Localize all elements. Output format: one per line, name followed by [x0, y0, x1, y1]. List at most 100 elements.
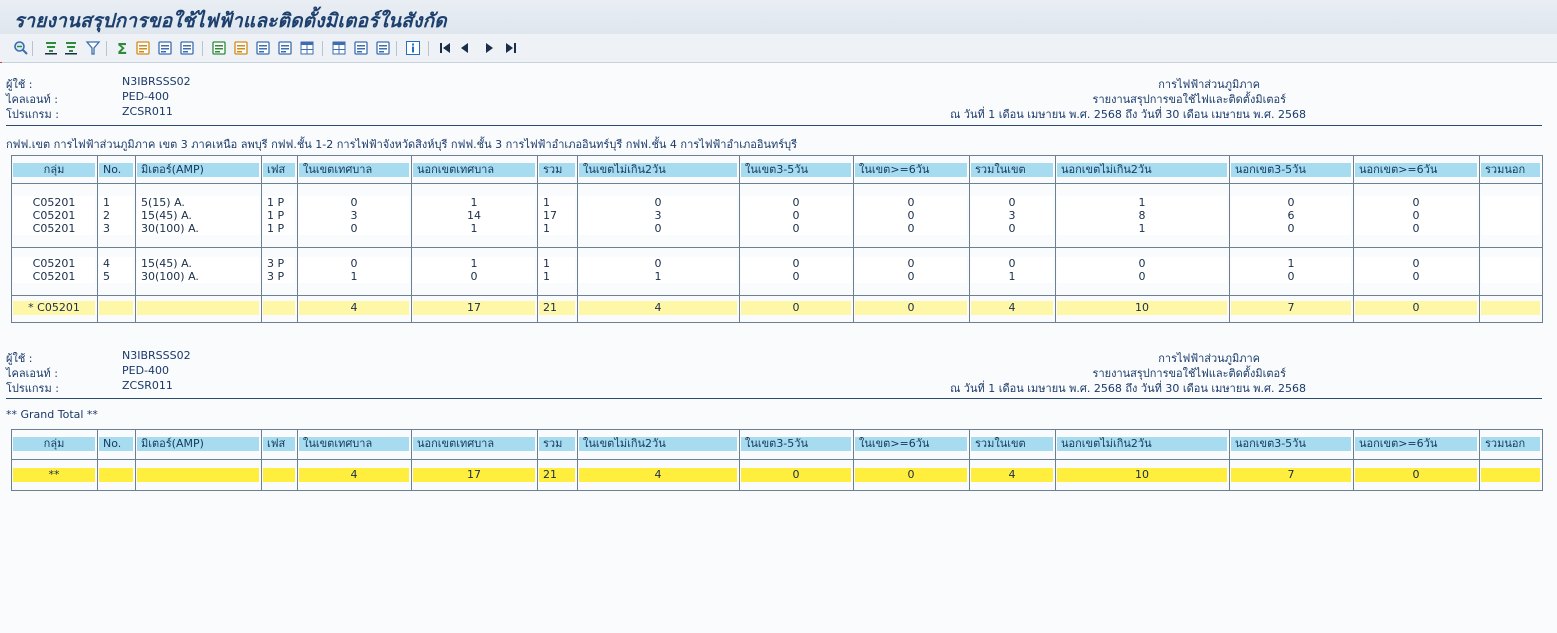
grand-total-label: ** Grand Total **: [6, 408, 98, 421]
sort-ascending-icon[interactable]: [42, 39, 59, 56]
table-row-cell: 14: [413, 209, 535, 222]
table-row-cell: 0: [855, 257, 967, 270]
column-header[interactable]: มิเตอร์(AMP): [137, 437, 259, 451]
subtotal-icon[interactable]: [134, 39, 151, 56]
column-header[interactable]: ในเขตเทศบาล: [299, 163, 409, 177]
table-row-cell: 3: [99, 222, 133, 235]
next-page-icon[interactable]: [480, 39, 497, 56]
column-header[interactable]: ในเขต3-5วัน: [741, 437, 851, 451]
column-header[interactable]: นอกเขตเทศบาล: [413, 437, 535, 451]
column-header[interactable]: ในเขต>=6วัน: [855, 437, 967, 451]
column-header[interactable]: นอกเขตไม่เกิน2วัน: [1057, 437, 1227, 451]
row-divider: [11, 490, 1542, 491]
previous-page-icon[interactable]: [456, 39, 473, 56]
column-divider: [853, 429, 854, 491]
table-row-cell: 0: [741, 270, 851, 283]
subtotal-row-cell: 21: [539, 301, 575, 315]
column-header[interactable]: กลุ่ม: [13, 437, 95, 451]
table-row-cell: 15(45) A.: [137, 257, 259, 270]
column-header[interactable]: รวมนอก: [1481, 163, 1540, 177]
download-icon[interactable]: [232, 39, 249, 56]
details-icon[interactable]: [12, 39, 29, 56]
column-header[interactable]: ในเขตไม่เกิน2วัน: [579, 437, 737, 451]
print-preview-icon[interactable]: [156, 39, 173, 56]
toolbar-separator: [202, 41, 203, 56]
org-hierarchy: กฟฟ.เขต การไฟฟ้าส่วนภูมิภาค เขต 3 ภาคเหน…: [6, 138, 798, 151]
column-divider: [1542, 155, 1543, 323]
column-header[interactable]: รวมในเขต: [971, 163, 1053, 177]
subtotal-row-cell: 0: [741, 301, 851, 315]
column-header[interactable]: รวมในเขต: [971, 437, 1053, 451]
grand-total-row-cell: 0: [855, 468, 967, 482]
change-layout-icon[interactable]: [330, 39, 347, 56]
column-header[interactable]: นอกเขตไม่เกิน2วัน: [1057, 163, 1227, 177]
title-bar: รายงานสรุปการขอใช้ไฟฟ้าและติดตั้งมิเตอร์…: [0, 0, 1557, 35]
subtotal-row-cell: 0: [855, 301, 967, 315]
send-mail-icon[interactable]: [254, 39, 271, 56]
grand-total-row-cell: 10: [1057, 468, 1227, 482]
table-row-cell: [1481, 196, 1540, 209]
column-header[interactable]: เฟส: [263, 437, 295, 451]
layout-icon[interactable]: [178, 39, 195, 56]
client-value: PED-400: [122, 364, 170, 377]
column-header[interactable]: นอกเขต>=6วัน: [1355, 163, 1477, 177]
subtotal-row-cell: [263, 301, 295, 315]
column-header[interactable]: ในเขต>=6วัน: [855, 163, 967, 177]
column-divider: [135, 429, 136, 491]
report-title: รายงานสรุปการขอใช้ไฟฟ้าและติดตั้งมิเตอร์…: [14, 10, 447, 32]
column-header[interactable]: เฟส: [263, 163, 295, 177]
column-divider: [135, 155, 136, 323]
column-header[interactable]: รวม: [539, 163, 575, 177]
row-divider: [11, 295, 1542, 296]
information-icon[interactable]: [404, 39, 421, 56]
column-header[interactable]: No.: [99, 437, 133, 451]
column-header[interactable]: ในเขตเทศบาล: [299, 437, 409, 451]
first-page-icon[interactable]: [436, 39, 453, 56]
column-header[interactable]: นอกเขต3-5วัน: [1231, 163, 1351, 177]
table-row-cell: 0: [299, 222, 409, 235]
last-page-icon[interactable]: [502, 39, 519, 56]
table-row-cell: 3: [971, 209, 1053, 222]
report-period: ณ วันที่ 1 เดือน เมษายน พ.ศ. 2568 ถึง วั…: [950, 108, 1306, 121]
table-row-cell: C05201: [13, 270, 95, 283]
sort-descending-icon[interactable]: [62, 39, 79, 56]
column-header[interactable]: นอกเขต>=6วัน: [1355, 437, 1477, 451]
sum-icon[interactable]: Σ: [114, 39, 131, 56]
table-row-cell: 0: [741, 257, 851, 270]
table-row-cell: 3 P: [263, 257, 295, 270]
table-row-cell: 5: [99, 270, 133, 283]
table-row-cell: 1 P: [263, 196, 295, 209]
column-header[interactable]: มิเตอร์(AMP): [137, 163, 259, 177]
graphic-icon[interactable]: [276, 39, 293, 56]
export-spreadsheet-icon[interactable]: [210, 39, 227, 56]
column-header[interactable]: No.: [99, 163, 133, 177]
column-header[interactable]: นอกเขต3-5วัน: [1231, 437, 1351, 451]
table-row-cell: 0: [1355, 196, 1477, 209]
select-layout-icon[interactable]: [352, 39, 369, 56]
save-layout-icon[interactable]: [374, 39, 391, 56]
column-header[interactable]: กลุ่ม: [13, 163, 95, 177]
column-header[interactable]: รวม: [539, 437, 575, 451]
program-label: โปรแกรม :: [6, 108, 59, 121]
table-row-cell: C05201: [13, 209, 95, 222]
table-row-cell: 2: [99, 209, 133, 222]
column-divider: [537, 429, 538, 491]
subtotal-row-cell: [99, 301, 133, 315]
row-divider: [11, 429, 1542, 430]
filter-icon[interactable]: [84, 39, 101, 56]
table-row-cell: 3: [299, 209, 409, 222]
column-divider: [1229, 429, 1230, 491]
column-header[interactable]: นอกเขตเทศบาล: [413, 163, 535, 177]
table-row-cell: 5(15) A.: [137, 196, 259, 209]
table-row-cell: 1: [539, 222, 575, 235]
subtotal-row-cell: 4: [971, 301, 1053, 315]
column-header[interactable]: ในเขต3-5วัน: [741, 163, 851, 177]
report-period: ณ วันที่ 1 เดือน เมษายน พ.ศ. 2568 ถึง วั…: [950, 382, 1306, 395]
alv-toolbar: Σ: [0, 34, 1557, 63]
abc-analysis-icon[interactable]: [298, 39, 315, 56]
column-header[interactable]: ในเขตไม่เกิน2วัน: [579, 163, 737, 177]
column-header[interactable]: รวมนอก: [1481, 437, 1540, 451]
toolbar-separator: [322, 41, 323, 56]
grand-total-row-cell: 0: [1355, 468, 1477, 482]
program-value: ZCSR011: [122, 105, 173, 118]
